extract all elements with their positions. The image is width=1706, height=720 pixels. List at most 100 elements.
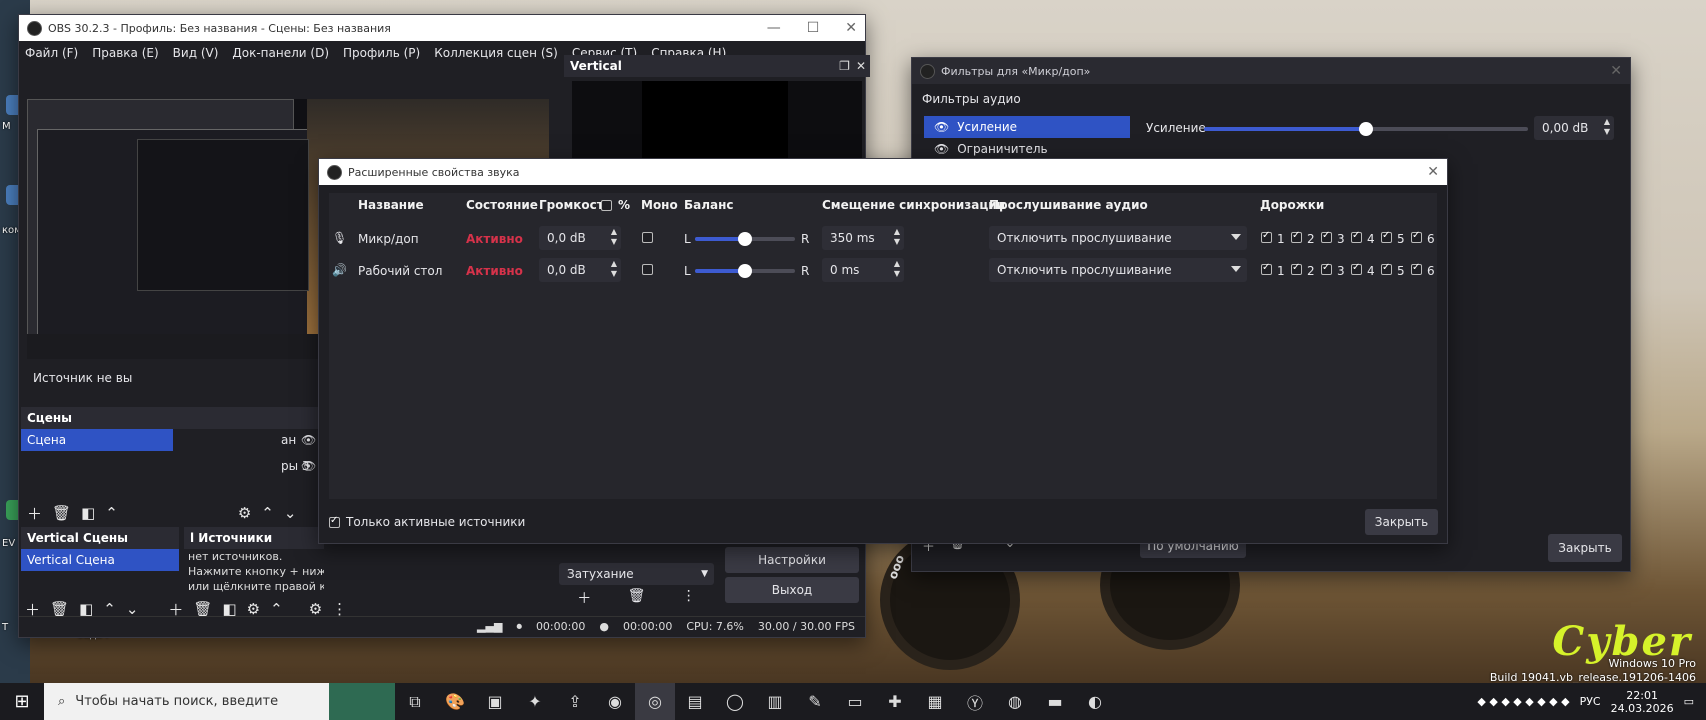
balance-slider[interactable] <box>695 232 795 246</box>
input-language[interactable]: РУС <box>1580 695 1601 708</box>
filters-close-button[interactable]: Закрыть <box>1548 534 1622 562</box>
mono-checkbox[interactable] <box>642 264 653 275</box>
track-checkbox[interactable] <box>1321 262 1332 275</box>
taskbar-search[interactable]: ⌕ Чтобы начать поиск, введите <box>44 683 329 720</box>
only-active-checkbox[interactable] <box>329 515 340 528</box>
settings-button[interactable]: Настройки <box>725 547 859 573</box>
delete-scene-icon[interactable]: 🗑 <box>52 504 71 522</box>
track-checkbox[interactable] <box>1411 262 1422 275</box>
spin-up-icon[interactable]: ▲ <box>894 259 900 269</box>
mono-checkbox[interactable] <box>642 232 653 243</box>
spin-up-icon[interactable]: ▲ <box>1604 117 1610 127</box>
calendar-app-icon[interactable]: ▦ <box>915 683 955 720</box>
windows-start-icon[interactable]: ⊞ <box>0 683 44 720</box>
visibility-eye-icon[interactable]: 👁 <box>934 120 949 134</box>
menu-file[interactable]: Файл (F) <box>25 46 78 60</box>
spin-down-icon[interactable]: ▼ <box>1604 127 1610 137</box>
spin-down-icon[interactable]: ▼ <box>611 269 617 279</box>
spin-down-icon[interactable]: ▼ <box>894 237 900 247</box>
menu-edit[interactable]: Правка (E) <box>92 46 158 60</box>
track-checkbox[interactable] <box>1261 262 1272 275</box>
obs-titlebar[interactable]: OBS 30.2.3 - Профиль: Без названия - Сце… <box>19 15 865 41</box>
audio-close-button[interactable]: Закрыть <box>1365 509 1438 535</box>
menu-dots-icon[interactable]: ⋮ <box>682 588 696 608</box>
menu-profile[interactable]: Профиль (P) <box>343 46 420 60</box>
volume-input[interactable]: 0,0 dB ▲ ▼ <box>539 258 621 282</box>
explorer-app-icon[interactable]: ▣ <box>475 683 515 720</box>
spin-down-icon[interactable]: ▼ <box>611 237 617 247</box>
track-checkbox[interactable] <box>1321 230 1332 243</box>
search-highlight-image[interactable] <box>329 683 395 720</box>
plus-app-icon[interactable]: ✚ <box>875 683 915 720</box>
clock[interactable]: 22:01 24.03.2026 <box>1611 689 1674 715</box>
files-app-icon[interactable]: ▥ <box>755 683 795 720</box>
visibility-eye-icon[interactable]: 👁 <box>301 459 316 473</box>
sheets-app-icon[interactable]: ▤ <box>675 683 715 720</box>
monitoring-select[interactable]: Отключить прослушивание <box>989 258 1247 282</box>
menu-view[interactable]: Вид (V) <box>173 46 219 60</box>
filters-titlebar[interactable]: Фильтры для «Микр/доп» ✕ <box>912 58 1630 84</box>
yandex-app-icon[interactable]: Ⓨ <box>955 683 995 720</box>
minimize-icon[interactable]: — <box>767 20 781 36</box>
notifications-icon[interactable]: ▭ <box>1684 695 1694 708</box>
close-icon[interactable]: ✕ <box>845 20 857 36</box>
track-checkbox[interactable] <box>1411 230 1422 243</box>
chrome-app-icon[interactable]: ◉ <box>595 683 635 720</box>
transition-select[interactable]: Затухание ▼ <box>559 563 714 585</box>
notes-app-icon[interactable]: ✎ <box>795 683 835 720</box>
filter-item-gain[interactable]: 👁 Усиление <box>924 116 1130 138</box>
balance-slider[interactable] <box>695 264 795 278</box>
move-up-icon[interactable]: ⌃ <box>261 504 274 522</box>
move-up-icon[interactable]: ⌃ <box>105 504 118 522</box>
menu-scene-collection[interactable]: Коллекция сцен (S) <box>434 46 558 60</box>
filter-item-limiter[interactable]: 👁 Ограничитель <box>924 138 1130 160</box>
move-down-icon[interactable]: ⌄ <box>284 504 297 522</box>
audio-dialog-titlebar[interactable]: Расширенные свойства звука ✕ <box>319 159 1447 185</box>
float-dock-icon[interactable]: ❐ <box>839 59 850 73</box>
visibility-eye-icon[interactable]: 👁 <box>934 142 949 156</box>
spin-down-icon[interactable]: ▼ <box>894 269 900 279</box>
track-checkbox[interactable] <box>1381 262 1392 275</box>
track-checkbox[interactable] <box>1291 262 1302 275</box>
add-transition-icon[interactable]: ＋ <box>577 588 591 608</box>
track-checkbox[interactable] <box>1291 230 1302 243</box>
track-checkbox[interactable] <box>1381 230 1392 243</box>
tray-icons[interactable]: ◆ ◆ ◆ ◆ ◆ ◆ ◆ ◆ <box>1477 695 1569 708</box>
paint-app-icon[interactable]: 🎨 <box>435 683 475 720</box>
maximize-icon[interactable]: ☐ <box>807 20 820 36</box>
visibility-eye-icon[interactable]: 👁 <box>301 433 316 447</box>
close-dock-icon[interactable]: ✕ <box>856 59 866 73</box>
volume-percent-checkbox[interactable] <box>601 200 612 211</box>
gain-slider[interactable] <box>1204 122 1528 136</box>
gain-value-input[interactable]: 0,00 dB ▲ ▼ <box>1534 116 1614 140</box>
fox-app-icon[interactable]: ✦ <box>515 683 555 720</box>
scene-filters-icon[interactable]: ◧ <box>81 504 95 522</box>
task-view-icon[interactable]: ⧉ <box>395 683 435 720</box>
sync-offset-input[interactable]: 0 ms ▲ ▼ <box>822 258 904 282</box>
delete-transition-icon[interactable]: 🗑 <box>628 588 646 608</box>
spin-up-icon[interactable]: ▲ <box>611 259 617 269</box>
obs-app-icon[interactable]: ◎ <box>635 683 675 720</box>
steam-app-icon[interactable]: ◐ <box>1075 683 1115 720</box>
close-icon[interactable]: ✕ <box>1427 164 1439 180</box>
spin-up-icon[interactable]: ▲ <box>894 227 900 237</box>
monitoring-select[interactable]: Отключить прослушивание <box>989 226 1247 250</box>
gear-icon[interactable]: ⚙ <box>238 504 251 522</box>
chat-app-icon[interactable]: ◍ <box>995 683 1035 720</box>
spin-up-icon[interactable]: ▲ <box>611 227 617 237</box>
track-checkbox[interactable] <box>1261 230 1272 243</box>
opera-app-icon[interactable]: ◯ <box>715 683 755 720</box>
vertical-scene-item[interactable]: Vertical Сцена <box>21 549 179 571</box>
track-checkbox[interactable] <box>1351 230 1362 243</box>
add-scene-icon[interactable]: ＋ <box>27 503 42 524</box>
menu-docks[interactable]: Док-панели (D) <box>232 46 329 60</box>
upload-app-icon[interactable]: ⇪ <box>555 683 595 720</box>
volume-input[interactable]: 0,0 dB ▲ ▼ <box>539 226 621 250</box>
scene-list-item[interactable]: Сцена <box>21 429 173 451</box>
folder-app-icon[interactable]: ▬ <box>1035 683 1075 720</box>
window-app-icon[interactable]: ▭ <box>835 683 875 720</box>
exit-button[interactable]: Выход <box>725 577 859 603</box>
close-icon[interactable]: ✕ <box>1610 63 1622 79</box>
sync-offset-input[interactable]: 350 ms ▲ ▼ <box>822 226 904 250</box>
vertical-preview[interactable] <box>572 81 862 161</box>
